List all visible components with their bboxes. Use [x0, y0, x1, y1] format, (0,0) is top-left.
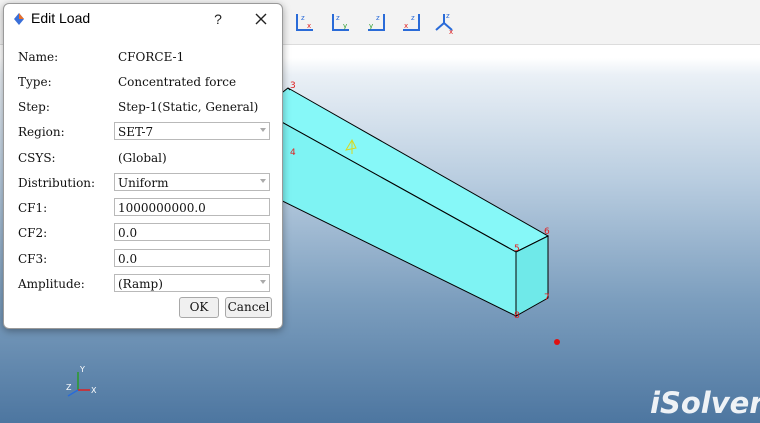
load-app-icon: [12, 12, 26, 26]
cf2-label: CF2:: [18, 226, 48, 240]
cancel-button[interactable]: Cancel: [225, 297, 272, 318]
cf3-label: CF3:: [18, 252, 48, 266]
ok-button[interactable]: OK: [179, 297, 219, 318]
edit-load-dialog: Edit Load ? Name: CFORCE-1 Type: Concent…: [3, 3, 283, 329]
amplitude-label: Amplitude:: [18, 277, 85, 291]
region-label: Region:: [18, 125, 65, 139]
step-row: Step: Step-1(Static, General): [4, 96, 282, 118]
dialog-titlebar[interactable]: Edit Load ?: [4, 4, 282, 34]
cf1-value: 1000000000.0: [118, 201, 206, 215]
close-icon[interactable]: [250, 9, 272, 29]
type-label: Type:: [18, 75, 52, 89]
type-row: Type: Concentrated force: [4, 71, 282, 93]
amplitude-value: (Ramp): [118, 277, 163, 291]
node-label-5: 5: [514, 244, 520, 254]
csys-label: CSYS:: [18, 151, 56, 165]
help-button[interactable]: ?: [208, 9, 228, 29]
name-label: Name:: [18, 50, 59, 64]
region-select[interactable]: SET-7: [114, 122, 270, 140]
cf3-value: 0.0: [118, 252, 138, 266]
distribution-label: Distribution:: [18, 176, 96, 190]
cf2-input[interactable]: 0.0: [114, 223, 270, 241]
distribution-row: Distribution: Uniform: [4, 172, 282, 194]
distribution-value: Uniform: [118, 176, 169, 190]
step-value: Step-1(Static, General): [118, 100, 259, 114]
amplitude-select[interactable]: (Ramp): [114, 274, 270, 292]
type-value: Concentrated force: [118, 75, 237, 89]
node-label-8: 8: [514, 311, 520, 321]
node-label-4: 4: [290, 148, 296, 158]
cf2-value: 0.0: [118, 226, 138, 240]
dialog-title: Edit Load: [31, 10, 91, 26]
cf1-label: CF1:: [18, 201, 48, 215]
reference-point: [554, 339, 560, 345]
watermark-logo: iSolver: [650, 386, 760, 420]
cf3-input[interactable]: 0.0: [114, 249, 270, 267]
csys-value: (Global): [118, 151, 167, 165]
cf3-row: CF3: 0.0: [4, 248, 282, 270]
chevron-down-icon: [260, 179, 266, 183]
triad-z-label: Z: [66, 383, 72, 392]
region-row: Region: SET-7: [4, 121, 282, 143]
node-label-6: 6: [544, 227, 550, 237]
triad-y-label: Y: [79, 365, 85, 374]
region-value: SET-7: [118, 125, 154, 139]
cf2-row: CF2: 0.0: [4, 222, 282, 244]
name-value: CFORCE-1: [118, 50, 185, 64]
chevron-down-icon: [260, 128, 266, 132]
chevron-down-icon: [260, 280, 266, 284]
amplitude-row: Amplitude: (Ramp): [4, 273, 282, 295]
node-label-7: 7: [544, 293, 550, 303]
coordinate-triad: Y X Z: [66, 365, 97, 397]
step-label: Step:: [18, 100, 50, 114]
triad-x-label: X: [91, 386, 97, 395]
cf1-row: CF1: 1000000000.0: [4, 197, 282, 219]
distribution-select[interactable]: Uniform: [114, 173, 270, 191]
node-label-3: 3: [290, 81, 296, 91]
name-row: Name: CFORCE-1: [4, 46, 282, 68]
csys-row: CSYS: (Global): [4, 147, 282, 169]
cf1-input[interactable]: 1000000000.0: [114, 198, 270, 216]
